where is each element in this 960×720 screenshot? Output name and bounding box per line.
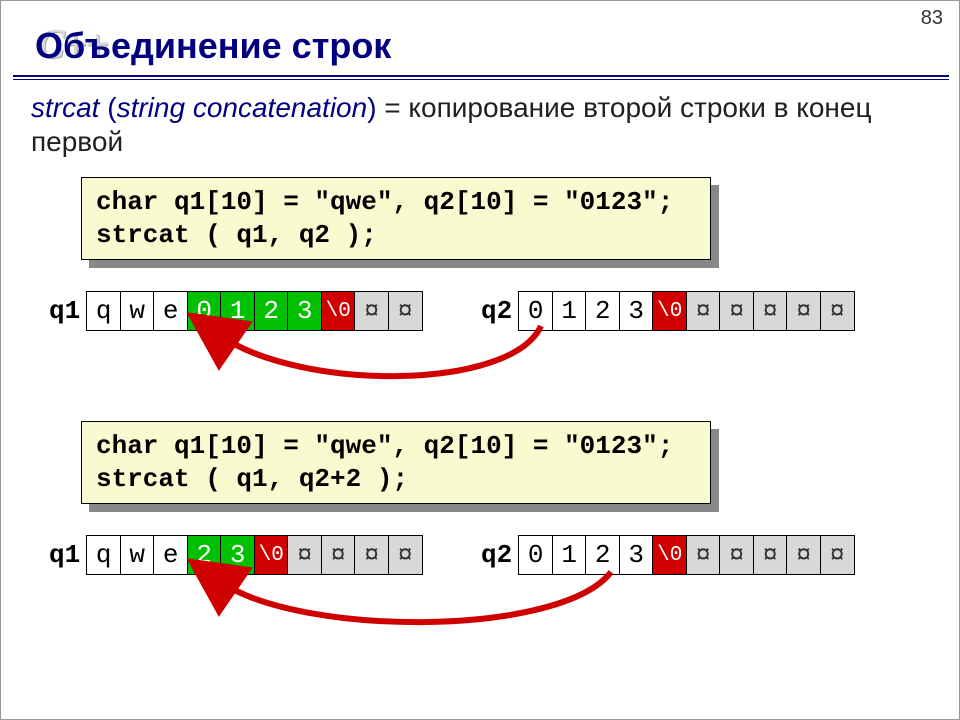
cell: w — [120, 291, 155, 331]
cell: 3 — [619, 291, 654, 331]
slide-title: Объединение строк — [35, 25, 391, 67]
cell: ¤ — [753, 291, 788, 331]
cell: ¤ — [719, 535, 754, 575]
cell: q — [86, 535, 121, 575]
slide-subtitle: strcat (string concatenation) = копирова… — [31, 91, 911, 158]
cell: 2 — [187, 535, 222, 575]
divider — [13, 75, 949, 77]
cell: 1 — [220, 291, 255, 331]
array-q1-example2: q1 qwe23\0¤¤¤¤ — [49, 535, 423, 575]
array-label: q1 — [49, 540, 80, 570]
array-q1-example1: q1 qwe0123\0¤¤ — [49, 291, 423, 331]
cell: ¤ — [354, 535, 389, 575]
cell: 2 — [254, 291, 289, 331]
cells: qwe23\0¤¤¤¤ — [86, 535, 423, 575]
cell: ¤ — [388, 535, 423, 575]
cell: ¤ — [686, 291, 721, 331]
cell: w — [120, 535, 155, 575]
array-label: q2 — [481, 540, 512, 570]
cell: 1 — [552, 291, 587, 331]
subtitle-paren: ( — [107, 92, 116, 123]
cell: ¤ — [820, 291, 855, 331]
cell: 2 — [585, 535, 620, 575]
function-name: strcat — [31, 92, 99, 123]
cell: 3 — [287, 291, 322, 331]
cells: 0123\0¤¤¤¤¤ — [518, 535, 855, 575]
cell: \0 — [652, 291, 687, 331]
cell: ¤ — [786, 291, 821, 331]
slide: 83 C++ Объединение строк strcat (string … — [0, 0, 960, 720]
array-q2-example2: q2 0123\0¤¤¤¤¤ — [481, 535, 855, 575]
array-q2-example1: q2 0123\0¤¤¤¤¤ — [481, 291, 855, 331]
cells: 0123\0¤¤¤¤¤ — [518, 291, 855, 331]
cell: e — [153, 291, 188, 331]
cells: qwe0123\0¤¤ — [86, 291, 423, 331]
cell: ¤ — [786, 535, 821, 575]
cell: 1 — [552, 535, 587, 575]
cell: 2 — [585, 291, 620, 331]
cell: 0 — [187, 291, 222, 331]
cell: ¤ — [719, 291, 754, 331]
cell: ¤ — [287, 535, 322, 575]
code-text: char q1[10] = "qwe", q2[10] = "0123"; st… — [81, 177, 711, 260]
cell: \0 — [652, 535, 687, 575]
cell: ¤ — [321, 535, 356, 575]
cell: \0 — [254, 535, 289, 575]
cell: 0 — [518, 291, 553, 331]
cell: q — [86, 291, 121, 331]
code-text: char q1[10] = "qwe", q2[10] = "0123"; st… — [81, 421, 711, 504]
page-number: 83 — [921, 7, 943, 30]
code-block-2: char q1[10] = "qwe", q2[10] = "0123"; st… — [81, 421, 711, 504]
function-desc: string concatenation — [117, 92, 368, 123]
cell: e — [153, 535, 188, 575]
cell: ¤ — [753, 535, 788, 575]
cell: 0 — [518, 535, 553, 575]
cell: 3 — [619, 535, 654, 575]
cell: ¤ — [388, 291, 423, 331]
divider — [13, 79, 949, 80]
cell: ¤ — [686, 535, 721, 575]
cell: \0 — [321, 291, 356, 331]
cell: ¤ — [820, 535, 855, 575]
subtitle-paren: ) — [367, 92, 376, 123]
array-label: q2 — [481, 296, 512, 326]
cell: 3 — [220, 535, 255, 575]
array-label: q1 — [49, 296, 80, 326]
code-block-1: char q1[10] = "qwe", q2[10] = "0123"; st… — [81, 177, 711, 260]
cell: ¤ — [354, 291, 389, 331]
